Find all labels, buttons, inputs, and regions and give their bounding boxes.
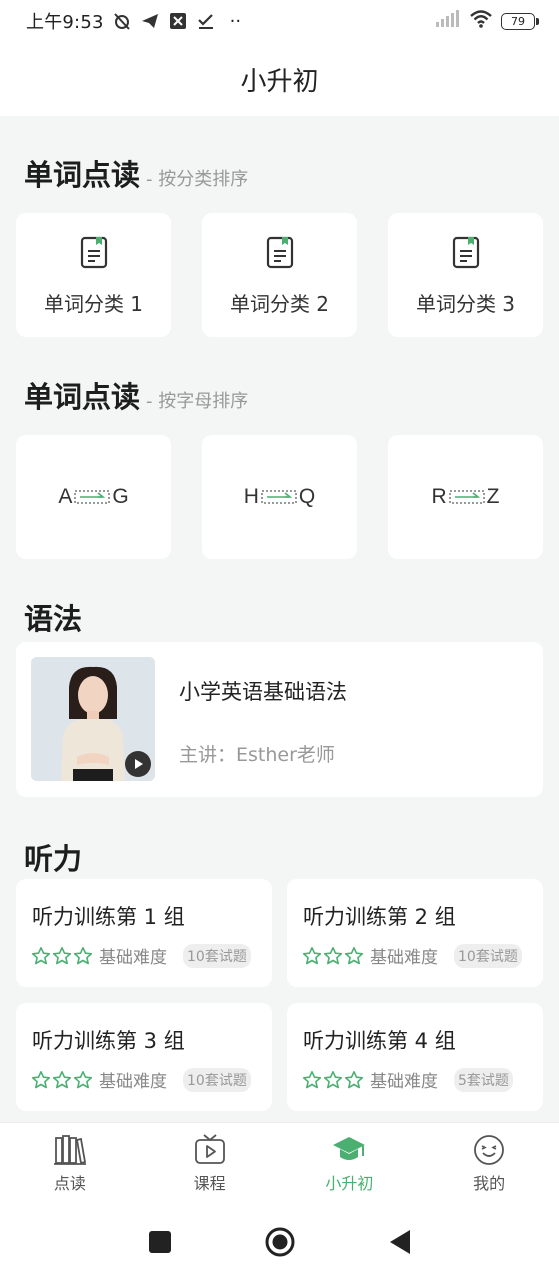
star-outline-icon bbox=[302, 946, 322, 964]
wifi-icon bbox=[469, 9, 493, 33]
range-arrow-icon bbox=[449, 490, 485, 504]
graduation-cap-icon bbox=[333, 1136, 366, 1160]
listening-card-2[interactable]: 听力训练第 2 组 基础难度 10套试题 bbox=[287, 879, 543, 987]
status-bar: 上午9:53 ·· 79 bbox=[0, 0, 559, 42]
document-bookmark-icon bbox=[266, 236, 293, 268]
star-outline-icon bbox=[344, 1070, 364, 1088]
range-to: Q bbox=[298, 485, 316, 508]
question-count-badge: 5套试题 bbox=[454, 1067, 513, 1092]
star-outline-icon bbox=[302, 1070, 322, 1088]
listening-title: 听力训练第 1 组 bbox=[32, 905, 185, 929]
document-bookmark-icon bbox=[80, 236, 107, 268]
grammar-course-card[interactable]: 小学英语基础语法 主讲：Esther老师 bbox=[16, 642, 543, 797]
star-outline-icon bbox=[73, 1070, 93, 1088]
recents-square-icon[interactable] bbox=[148, 1230, 172, 1254]
listening-title: 听力训练第 2 组 bbox=[303, 905, 456, 929]
star-rating bbox=[31, 946, 93, 966]
smiley-face-icon bbox=[474, 1134, 505, 1165]
section-title-listening: 听力 bbox=[24, 836, 82, 878]
alpha-range-tile-3[interactable]: R Z bbox=[388, 435, 543, 559]
tv-play-icon bbox=[194, 1133, 225, 1164]
word-category-tile-2[interactable]: 单词分类 2 bbox=[202, 213, 357, 337]
listening-title: 听力训练第 4 组 bbox=[303, 1029, 456, 1053]
difficulty-label: 基础难度 bbox=[370, 948, 438, 968]
app-notification-icon bbox=[168, 11, 188, 31]
question-count-badge: 10套试题 bbox=[454, 943, 522, 968]
range-arrow-icon bbox=[261, 490, 297, 504]
telegram-icon bbox=[140, 11, 160, 31]
bottom-tab-bar: 点读 课程 小升初 我的 bbox=[0, 1122, 559, 1204]
tab-label: 点读 bbox=[53, 1173, 86, 1193]
range-from: R bbox=[431, 485, 447, 508]
tab-mine[interactable]: 我的 bbox=[419, 1123, 559, 1204]
tab-label: 小升初 bbox=[325, 1173, 374, 1193]
document-bookmark-icon bbox=[452, 236, 479, 268]
alpha-range-tile-2[interactable]: H Q bbox=[202, 435, 357, 559]
section-heading: 听力 bbox=[24, 842, 83, 876]
listening-card-4[interactable]: 听力训练第 4 组 基础难度 5套试题 bbox=[287, 1003, 543, 1111]
tab-courses[interactable]: 课程 bbox=[140, 1123, 280, 1204]
back-triangle-icon[interactable] bbox=[388, 1229, 412, 1255]
books-icon bbox=[53, 1134, 86, 1165]
section-heading: 语法 bbox=[24, 602, 83, 636]
section-heading: 单词点读 bbox=[24, 380, 141, 414]
listening-card-3[interactable]: 听力训练第 3 组 基础难度 10套试题 bbox=[16, 1003, 272, 1111]
tab-dianDu[interactable]: 点读 bbox=[0, 1123, 140, 1204]
section-subtitle: - 按字母排序 bbox=[146, 391, 249, 412]
page-title: 小升初 bbox=[240, 66, 319, 97]
status-time: 上午9:53 bbox=[26, 12, 104, 33]
system-navigation-bar bbox=[0, 1204, 559, 1280]
star-outline-icon bbox=[73, 946, 93, 964]
word-category-tile-3[interactable]: 单词分类 3 bbox=[388, 213, 543, 337]
tile-label: 单词分类 1 bbox=[43, 291, 144, 316]
listening-card-1[interactable]: 听力训练第 1 组 基础难度 10套试题 bbox=[16, 879, 272, 987]
tile-label: 单词分类 2 bbox=[229, 291, 330, 316]
star-outline-icon bbox=[52, 946, 72, 964]
play-icon bbox=[125, 751, 151, 777]
range-arrow-icon bbox=[74, 490, 110, 504]
star-outline-icon bbox=[52, 1070, 72, 1088]
star-rating bbox=[302, 1070, 364, 1090]
listening-title: 听力训练第 3 组 bbox=[32, 1029, 185, 1053]
alarm-muted-icon bbox=[112, 11, 132, 31]
section-heading: 单词点读 bbox=[24, 158, 141, 192]
section-title-word-category: 单词点读 - 按分类排序 bbox=[24, 152, 248, 194]
course-thumbnail bbox=[31, 657, 155, 781]
tab-label: 课程 bbox=[193, 1173, 226, 1193]
difficulty-label: 基础难度 bbox=[99, 1072, 167, 1092]
range-to: Z bbox=[486, 485, 500, 508]
star-outline-icon bbox=[31, 1070, 51, 1088]
page-header: 小升初 bbox=[0, 42, 559, 116]
word-category-tile-1[interactable]: 单词分类 1 bbox=[16, 213, 171, 337]
tile-label: 单词分类 3 bbox=[415, 291, 516, 316]
range-from: H bbox=[243, 485, 259, 508]
difficulty-label: 基础难度 bbox=[370, 1072, 438, 1092]
battery-indicator: 79 bbox=[501, 12, 539, 30]
alpha-range-tile-1[interactable]: A G bbox=[16, 435, 171, 559]
star-rating bbox=[302, 946, 364, 966]
section-subtitle: - 按分类排序 bbox=[146, 169, 249, 190]
range-from: A bbox=[58, 485, 73, 508]
check-icon bbox=[196, 11, 216, 31]
more-dots: ·· bbox=[229, 10, 242, 32]
star-outline-icon bbox=[344, 946, 364, 964]
signal-icon bbox=[435, 10, 461, 32]
tab-xiaoshengchu[interactable]: 小升初 bbox=[280, 1123, 420, 1204]
question-count-badge: 10套试题 bbox=[183, 943, 251, 968]
section-title-word-alpha: 单词点读 - 按字母排序 bbox=[24, 374, 248, 416]
star-outline-icon bbox=[323, 1070, 343, 1088]
difficulty-label: 基础难度 bbox=[99, 948, 167, 968]
tab-label: 我的 bbox=[473, 1173, 506, 1193]
course-teacher: 主讲：Esther老师 bbox=[179, 744, 335, 766]
star-outline-icon bbox=[31, 946, 51, 964]
star-outline-icon bbox=[323, 946, 343, 964]
question-count-badge: 10套试题 bbox=[183, 1067, 251, 1092]
course-title: 小学英语基础语法 bbox=[179, 680, 347, 704]
range-to: G bbox=[112, 485, 129, 508]
section-title-grammar: 语法 bbox=[24, 596, 82, 638]
star-rating bbox=[31, 1070, 93, 1090]
home-circle-icon[interactable] bbox=[264, 1226, 296, 1258]
